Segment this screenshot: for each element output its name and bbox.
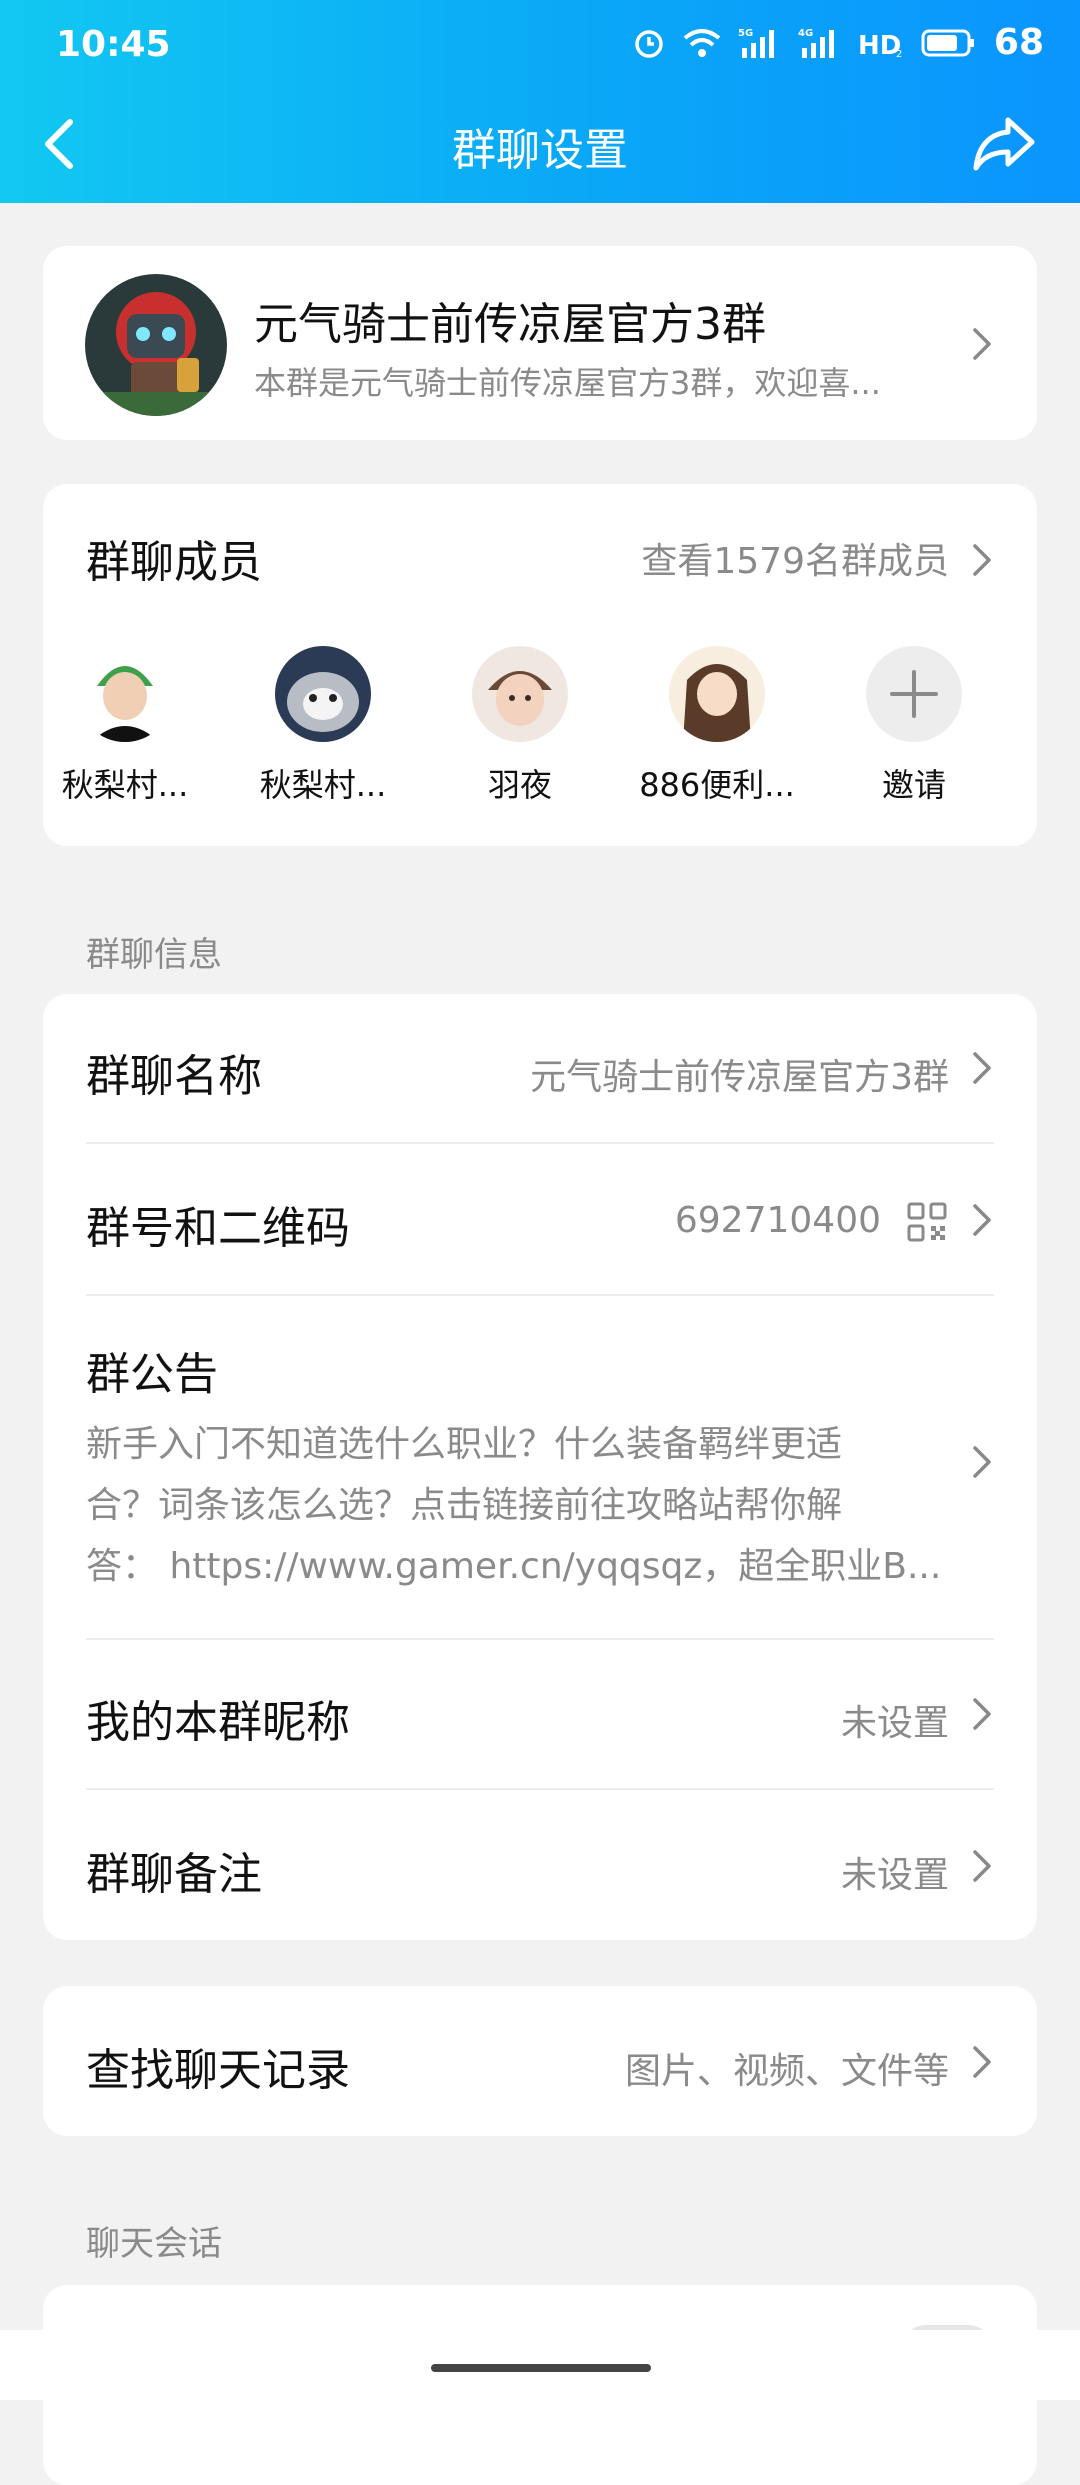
page-title: 群聊设置 — [452, 125, 628, 176]
member-name: 886便利... — [639, 766, 795, 804]
row-label: 群号和二维码 — [86, 1203, 350, 1254]
add-icon — [866, 646, 962, 742]
battery-icon — [920, 28, 976, 58]
status-bar: 10:45 5G 4G HD 2 68 — [0, 0, 1080, 92]
row-value: 元气骑士前传凉屋官方3群 — [530, 1057, 949, 1098]
avatar — [275, 646, 371, 742]
member-name: 秋梨村... — [61, 766, 189, 804]
chevron-right-icon — [971, 2044, 993, 2080]
group-name-row[interactable]: 群聊名称 元气骑士前传凉屋官方3群 — [43, 994, 1037, 1142]
invite-member-button[interactable]: 邀请 — [834, 646, 994, 806]
chevron-right-icon — [971, 1202, 993, 1238]
svg-text:4G: 4G — [798, 28, 813, 39]
home-indicator[interactable] — [431, 2364, 651, 2372]
members-title: 群聊成员 — [86, 537, 262, 588]
signal-4g-icon: 4G — [798, 26, 842, 60]
row-label: 查找聊天记录 — [86, 2045, 350, 2096]
search-chat-history-card[interactable]: 查找聊天记录 图片、视频、文件等 — [43, 1986, 1037, 2136]
avatar — [669, 646, 765, 742]
status-time: 10:45 — [56, 24, 171, 65]
my-nickname-row[interactable]: 我的本群昵称 未设置 — [43, 1640, 1037, 1788]
section-label-info: 群聊信息 — [86, 935, 222, 975]
view-all-members-link[interactable]: 查看1579名群成员 — [641, 532, 949, 584]
battery-level: 68 — [993, 22, 1044, 63]
row-label: 我的本群昵称 — [86, 1697, 350, 1748]
member-item[interactable]: 羽夜 — [440, 646, 600, 806]
svg-text:2: 2 — [896, 49, 902, 59]
row-label: 群聊名称 — [86, 1051, 262, 1102]
avatar — [472, 646, 568, 742]
row-value: 图片、视频、文件等 — [624, 2051, 949, 2092]
member-item[interactable]: 秋梨村... — [243, 646, 403, 806]
group-summary-card[interactable]: 元气骑士前传凉屋官方3群 本群是元气骑士前传凉屋官方3群，欢迎喜... — [43, 246, 1037, 440]
row-value: 未设置 — [840, 1855, 949, 1896]
nav-bar: 群聊设置 — [0, 92, 1080, 203]
chevron-right-icon — [971, 542, 993, 578]
chevron-right-icon — [971, 1444, 993, 1480]
member-name: 秋梨村... — [259, 766, 387, 804]
svg-text:HD: HD — [858, 31, 901, 59]
notice-line: 合？词条该怎么选？点击链接前往攻略站帮你解 — [86, 1485, 843, 1526]
member-item[interactable]: 886便利... — [637, 646, 797, 806]
share-icon[interactable] — [972, 114, 1036, 174]
svg-text:5G: 5G — [738, 28, 753, 39]
alarm-icon — [632, 26, 666, 60]
signal-5g-icon: 5G — [738, 26, 782, 60]
chevron-right-icon — [971, 1050, 993, 1086]
member-item[interactable]: 秋梨村... — [45, 646, 205, 806]
status-icons: 5G 4G HD 2 68 — [632, 22, 1044, 63]
chevron-right-icon — [971, 326, 993, 362]
hd-icon: HD 2 — [858, 27, 904, 59]
member-name: 羽夜 — [487, 766, 552, 804]
chevron-right-icon — [971, 1848, 993, 1884]
group-name: 元气骑士前传凉屋官方3群 — [254, 299, 766, 350]
invite-label: 邀请 — [881, 766, 946, 804]
notice-line: 新手入门不知道选什么职业？什么装备羁绊更适 — [86, 1424, 843, 1465]
group-description: 本群是元气骑士前传凉屋官方3群，欢迎喜... — [254, 364, 881, 402]
wifi-icon — [682, 27, 722, 59]
group-notice-row[interactable]: 群公告 新手入门不知道选什么职业？什么装备羁绊更适 合？词条该怎么选？点击链接前… — [43, 1296, 1037, 1636]
row-value: 未设置 — [840, 1703, 949, 1744]
row-label: 群聊备注 — [86, 1849, 262, 1900]
members-card: 群聊成员 查看1579名群成员 秋梨村... 秋梨村... 羽夜 886便利..… — [43, 484, 1037, 846]
row-label: 群公告 — [86, 1349, 218, 1400]
group-avatar — [85, 274, 227, 416]
group-info-card: 群聊名称 元气骑士前传凉屋官方3群 群号和二维码 692710400 群公告 新… — [43, 994, 1037, 1940]
top-header: 10:45 5G 4G HD 2 68 群聊设置 — [0, 0, 1080, 203]
row-value: 692710400 — [674, 1200, 881, 1241]
avatar — [77, 646, 173, 742]
notice-line: 答： https://www.gamer.cn/yqqsqz，超全职业B... — [86, 1546, 942, 1587]
notice-preview: 新手入门不知道选什么职业？什么装备羁绊更适 合？词条该怎么选？点击链接前往攻略站… — [86, 1414, 966, 1597]
group-number-qr-row[interactable]: 群号和二维码 692710400 — [43, 1144, 1037, 1294]
chevron-right-icon — [971, 1696, 993, 1732]
section-label-chat: 聊天会话 — [86, 2224, 222, 2264]
group-remark-row[interactable]: 群聊备注 未设置 — [43, 1790, 1037, 1940]
qr-code-icon — [907, 1202, 947, 1246]
